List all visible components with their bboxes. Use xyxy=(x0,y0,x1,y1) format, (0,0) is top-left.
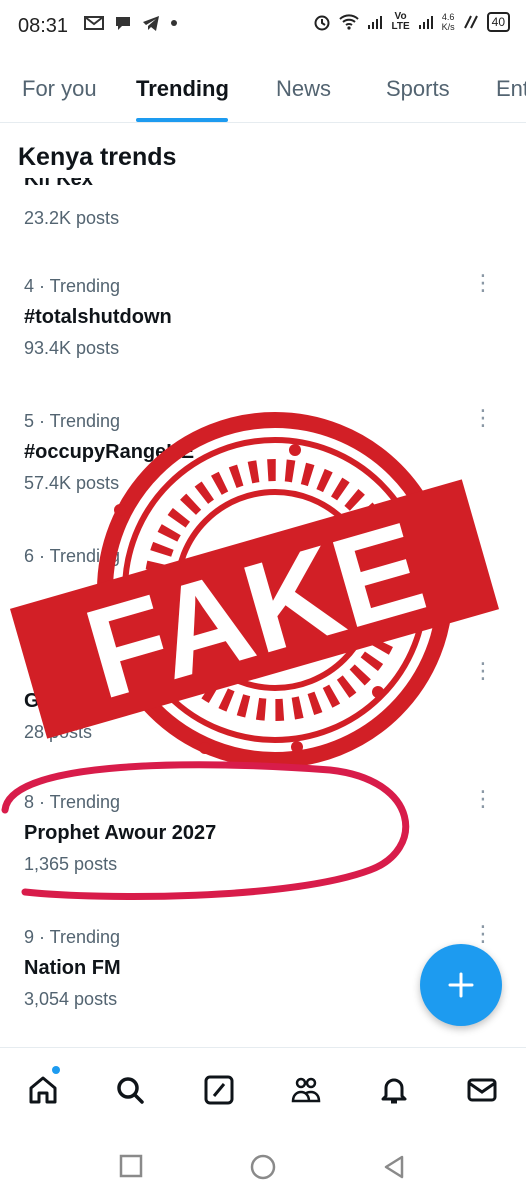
trend-item-6[interactable]: 6 · Trending xyxy=(24,546,494,576)
system-status-icons: Vo LTE 4.6 K/s 40 xyxy=(313,12,510,32)
messages-icon[interactable] xyxy=(466,1074,498,1106)
alarm-icon xyxy=(314,15,330,31)
tab-for-you[interactable]: For you xyxy=(22,76,97,102)
trend-rank: 9 · Trending xyxy=(24,927,121,947)
trend-name: G xyxy=(24,690,40,712)
tab-trending[interactable]: Trending xyxy=(136,76,229,102)
trend-name: Prophet Awour 2027 xyxy=(24,822,217,844)
trend-post-count: 28 posts xyxy=(24,722,93,742)
status-bar: 08:31 Vo LTE 4.6 K/s 40 xyxy=(0,0,526,56)
more-options-icon[interactable]: ⋮ xyxy=(472,660,494,682)
trend-post-count: 23.2K posts xyxy=(24,208,120,228)
trend-rank: 4 · Trending xyxy=(24,276,121,296)
status-time: 08:31 xyxy=(18,15,69,37)
clipped-trend-name: Kif Kex xyxy=(24,178,93,190)
signal-icon xyxy=(368,16,383,29)
more-options-icon[interactable]: ⋮ xyxy=(472,272,494,294)
data-hotspot-icon xyxy=(463,15,478,29)
trend-name: #totalshutdown xyxy=(24,306,172,328)
trend-rank: 8 · Trending xyxy=(24,792,121,812)
trend-name: #occupyRangeKE xyxy=(24,441,195,463)
system-navigation-bar xyxy=(0,1134,526,1200)
gmail-icon xyxy=(84,16,104,30)
trend-item-5[interactable]: 5 · Trending #occupyRangeKE 57.4K posts … xyxy=(24,407,494,494)
tab-news[interactable]: News xyxy=(276,76,331,102)
section-title: Kenya trends xyxy=(18,143,177,171)
wifi-icon xyxy=(339,14,360,30)
dot-icon xyxy=(171,20,177,26)
more-options-icon[interactable]: ⋮ xyxy=(472,788,494,810)
battery-icon: 40 xyxy=(486,12,510,32)
trend-rank: 6 · Trending xyxy=(24,546,121,566)
home-notification-dot xyxy=(52,1066,60,1074)
tab-sports[interactable]: Sports xyxy=(386,76,450,102)
trend-item-7[interactable]: G 28 posts ⋮ xyxy=(24,660,494,743)
trend-item-8[interactable]: 8 · Trending Prophet Awour 2027 1,365 po… xyxy=(24,788,494,875)
more-options-icon[interactable]: ⋮ xyxy=(472,923,494,945)
active-tab-indicator xyxy=(136,118,228,122)
home-icon[interactable] xyxy=(27,1074,59,1106)
chat-icon xyxy=(116,17,130,30)
home-button-icon[interactable] xyxy=(250,1154,276,1180)
notifications-icon[interactable] xyxy=(378,1074,410,1106)
top-tabs: For you Trending News Sports Ent xyxy=(0,60,526,123)
telegram-icon xyxy=(143,16,159,31)
notification-icons xyxy=(84,14,178,32)
lte-label: Vo LTE xyxy=(391,11,410,32)
trend-post-count: 93.4K posts xyxy=(24,338,120,358)
network-speed: 4.6 K/s xyxy=(441,12,455,32)
search-icon[interactable] xyxy=(114,1074,146,1106)
bottom-navigation xyxy=(0,1047,526,1134)
signal-icon-2 xyxy=(418,16,433,29)
trend-post-count: 57.4K posts xyxy=(24,473,120,493)
communities-icon[interactable] xyxy=(290,1074,322,1106)
trend-post-count: 1,365 posts xyxy=(24,854,118,874)
recents-button-icon[interactable] xyxy=(119,1154,143,1178)
tab-entertainment[interactable]: Ent xyxy=(496,76,526,102)
compose-button[interactable] xyxy=(420,944,502,1026)
trend-rank: 5 · Trending xyxy=(24,411,121,431)
more-options-icon[interactable]: ⋮ xyxy=(472,407,494,429)
trend-item-4[interactable]: 4 · Trending #totalshutdown 93.4K posts … xyxy=(24,272,494,359)
compose-plus-icon xyxy=(448,972,474,998)
grok-icon[interactable] xyxy=(203,1074,235,1106)
back-button-icon[interactable] xyxy=(382,1154,406,1180)
trend-item-3[interactable]: 23.2K posts xyxy=(24,208,494,229)
